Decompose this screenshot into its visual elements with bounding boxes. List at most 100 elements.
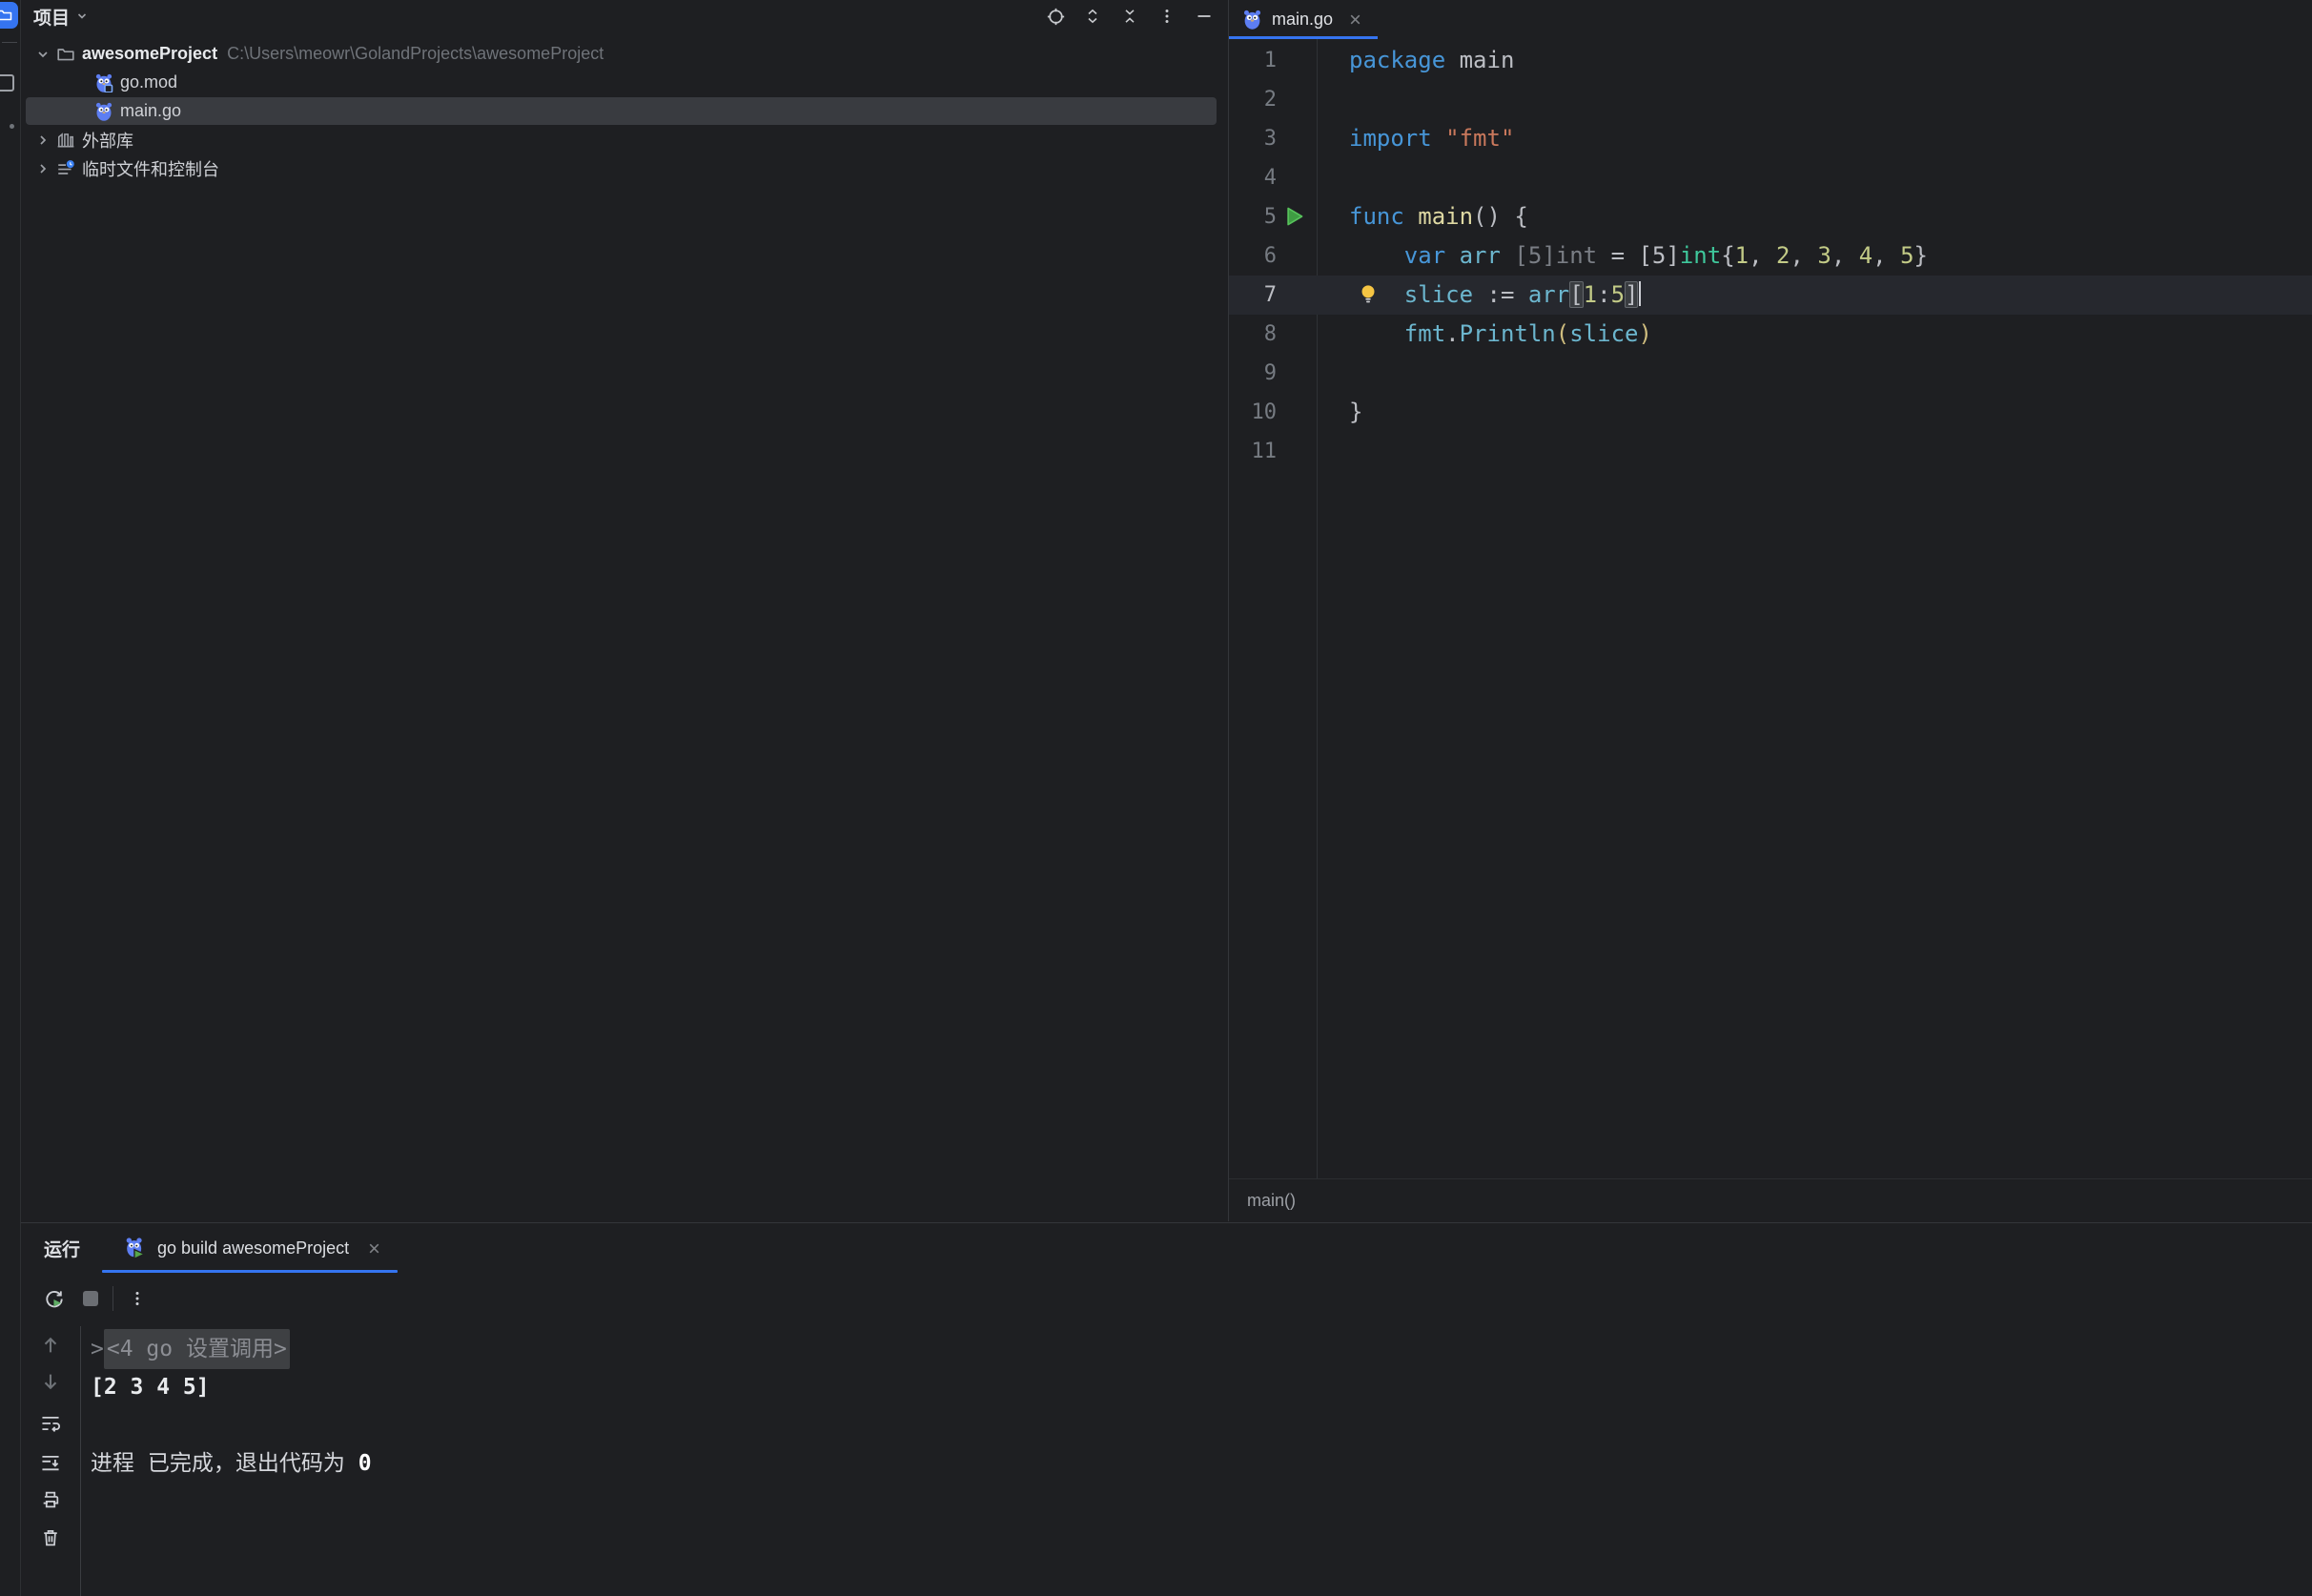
project-tree-item-external-libraries[interactable]: 外部库 xyxy=(26,126,1217,153)
line-number: 9 xyxy=(1229,354,1277,393)
run-tab-bar: 运行 go build awesomeProject xyxy=(21,1223,2312,1273)
line-number: 5 xyxy=(1229,197,1277,236)
project-panel-title-label: 项目 xyxy=(33,4,70,30)
code-line-11[interactable]: 11 xyxy=(1229,432,2312,471)
editor-tab-label: main.go xyxy=(1272,10,1333,30)
goland-window: 项目 xyxy=(0,0,2312,1596)
run-configuration-tab[interactable]: go build awesomeProject xyxy=(124,1223,381,1273)
chevron-right-icon[interactable] xyxy=(34,160,51,177)
code-text: fmt.Println(slice) xyxy=(1349,315,1652,354)
select-opened-file-icon[interactable] xyxy=(1045,6,1066,27)
folder-icon xyxy=(0,8,12,23)
code-text: package main xyxy=(1349,41,1514,80)
line-number: 8 xyxy=(1229,315,1277,354)
code-line-10[interactable]: 10} xyxy=(1229,393,2312,432)
print-icon[interactable] xyxy=(39,1488,62,1511)
chevron-down-icon[interactable] xyxy=(34,46,51,63)
project-tree-item-awesomeProject[interactable]: awesomeProjectC:\Users\meowr\GolandProje… xyxy=(26,40,1217,68)
collapse-all-icon[interactable] xyxy=(1119,6,1140,27)
next-occurrence-icon[interactable] xyxy=(39,1370,62,1393)
line-number: 1 xyxy=(1229,41,1277,80)
hide-tool-window-icon[interactable] xyxy=(1194,6,1215,27)
folded-command-text[interactable]: <4 go 设置调用> xyxy=(104,1329,290,1369)
line-number: 7 xyxy=(1229,276,1277,315)
line-number: 6 xyxy=(1229,236,1277,276)
commit-tool-window-button[interactable] xyxy=(0,74,14,92)
code-line-8[interactable]: 8 fmt.Println(slice) xyxy=(1229,315,2312,354)
tree-item-label: main.go xyxy=(120,101,181,121)
chevron-right-icon[interactable] xyxy=(34,132,51,149)
console-line-2: [2 3 4 5] xyxy=(91,1368,2312,1406)
editor-area: main.go 1 package main 23 import "fmt"45 fun… xyxy=(1229,0,2312,1221)
rerun-button[interactable] xyxy=(44,1288,65,1309)
run-console: ><4 go 设置调用>[2 3 4 5] 进程 已完成，退出代码为 0 xyxy=(21,1326,2312,1596)
project-tree-item-scratches[interactable]: 临时文件和控制台 xyxy=(26,154,1217,182)
stripe-separator xyxy=(2,42,17,43)
project-panel-header: 项目 xyxy=(21,0,1228,31)
code-text: } xyxy=(1349,393,1362,432)
code-editor[interactable]: 1 package main 23 import "fmt"45 func main()… xyxy=(1229,39,2312,1178)
console-line-4: 进程 已完成，退出代码为 0 xyxy=(91,1444,2312,1483)
expand-all-icon[interactable] xyxy=(1082,6,1103,27)
code-line-9[interactable]: 9 xyxy=(1229,354,2312,393)
breadcrumb[interactable]: main() xyxy=(1247,1191,1296,1211)
project-tree-item-go-mod[interactable]: go.mod xyxy=(26,69,1217,96)
code-line-6[interactable]: 6 var arr [5]int = [5]int{1, 2, 3, 4, 5} xyxy=(1229,236,2312,276)
go-run-configuration-icon xyxy=(124,1237,147,1259)
line-number: 11 xyxy=(1229,432,1277,471)
tree-item-label: 临时文件和控制台 xyxy=(82,156,219,181)
code-text: func main() { xyxy=(1349,197,1528,236)
stop-button[interactable] xyxy=(80,1288,101,1309)
prev-occurrence-icon[interactable] xyxy=(39,1334,62,1357)
tool-window-stripe xyxy=(0,0,21,1596)
line-number: 2 xyxy=(1229,80,1277,119)
go-file-icon xyxy=(94,102,113,121)
project-panel-title[interactable]: 项目 xyxy=(33,4,89,30)
code-line-1[interactable]: 1 package main xyxy=(1229,41,2312,80)
console-output[interactable]: ><4 go 设置调用>[2 3 4 5] 进程 已完成，退出代码为 0 xyxy=(81,1330,2312,1483)
program-output: [2 3 4 5] xyxy=(91,1368,210,1406)
chevron-down-icon xyxy=(75,10,89,23)
code-line-7[interactable]: 7 slice := arr[1:5] xyxy=(1229,276,2312,315)
line-number: 10 xyxy=(1229,393,1277,432)
run-main-icon[interactable] xyxy=(1284,206,1305,227)
go-mod-file-icon xyxy=(94,73,113,92)
code-line-3[interactable]: 3 import "fmt" xyxy=(1229,119,2312,158)
close-run-tab-icon[interactable] xyxy=(367,1241,381,1256)
clear-console-icon[interactable] xyxy=(39,1526,62,1549)
editor-tab-main-go[interactable]: main.go xyxy=(1229,0,1378,39)
go-file-icon xyxy=(1242,10,1262,30)
code-text: slice := arr[1:5] xyxy=(1349,276,1641,315)
folder-icon xyxy=(56,45,75,64)
code-line-2[interactable]: 2 xyxy=(1229,80,2312,119)
scratches-icon xyxy=(56,159,75,178)
tree-item-label: go.mod xyxy=(120,72,177,92)
exit-code: 0 xyxy=(358,1451,372,1476)
active-run-tab-indicator xyxy=(102,1270,398,1273)
close-tab-icon[interactable] xyxy=(1348,12,1362,27)
run-tool-window: 运行 go build awesomeProject xyxy=(21,1222,2312,1596)
soft-wrap-icon[interactable] xyxy=(39,1412,62,1435)
console-prompt: > xyxy=(91,1330,104,1368)
line-number: 3 xyxy=(1229,119,1277,158)
console-toolbar xyxy=(21,1326,81,1596)
project-tree-item-main-go[interactable]: main.go xyxy=(26,97,1217,125)
run-panel-title: 运行 xyxy=(44,1236,80,1261)
console-line-3 xyxy=(91,1406,2312,1444)
tree-item-label: awesomeProject xyxy=(82,44,217,64)
editor-tab-bar: main.go xyxy=(1229,0,2312,39)
process-exit-message: 进程 已完成，退出代码为 0 xyxy=(91,1444,372,1483)
text-caret xyxy=(1639,281,1641,306)
tree-item-label: 外部库 xyxy=(82,128,133,153)
run-toolbar xyxy=(21,1273,2312,1324)
scroll-to-end-icon[interactable] xyxy=(39,1451,62,1474)
project-tool-window-button[interactable] xyxy=(0,2,18,29)
code-line-4[interactable]: 4 xyxy=(1229,158,2312,197)
external-libraries-icon xyxy=(56,131,75,150)
run-tab-label: go build awesomeProject xyxy=(157,1238,349,1258)
more-options-icon[interactable] xyxy=(1156,6,1177,27)
console-line-1: ><4 go 设置调用> xyxy=(91,1330,2312,1368)
code-text: import "fmt" xyxy=(1349,119,1514,158)
code-line-5[interactable]: 5 func main() { xyxy=(1229,197,2312,236)
more-actions-icon[interactable] xyxy=(127,1288,148,1309)
